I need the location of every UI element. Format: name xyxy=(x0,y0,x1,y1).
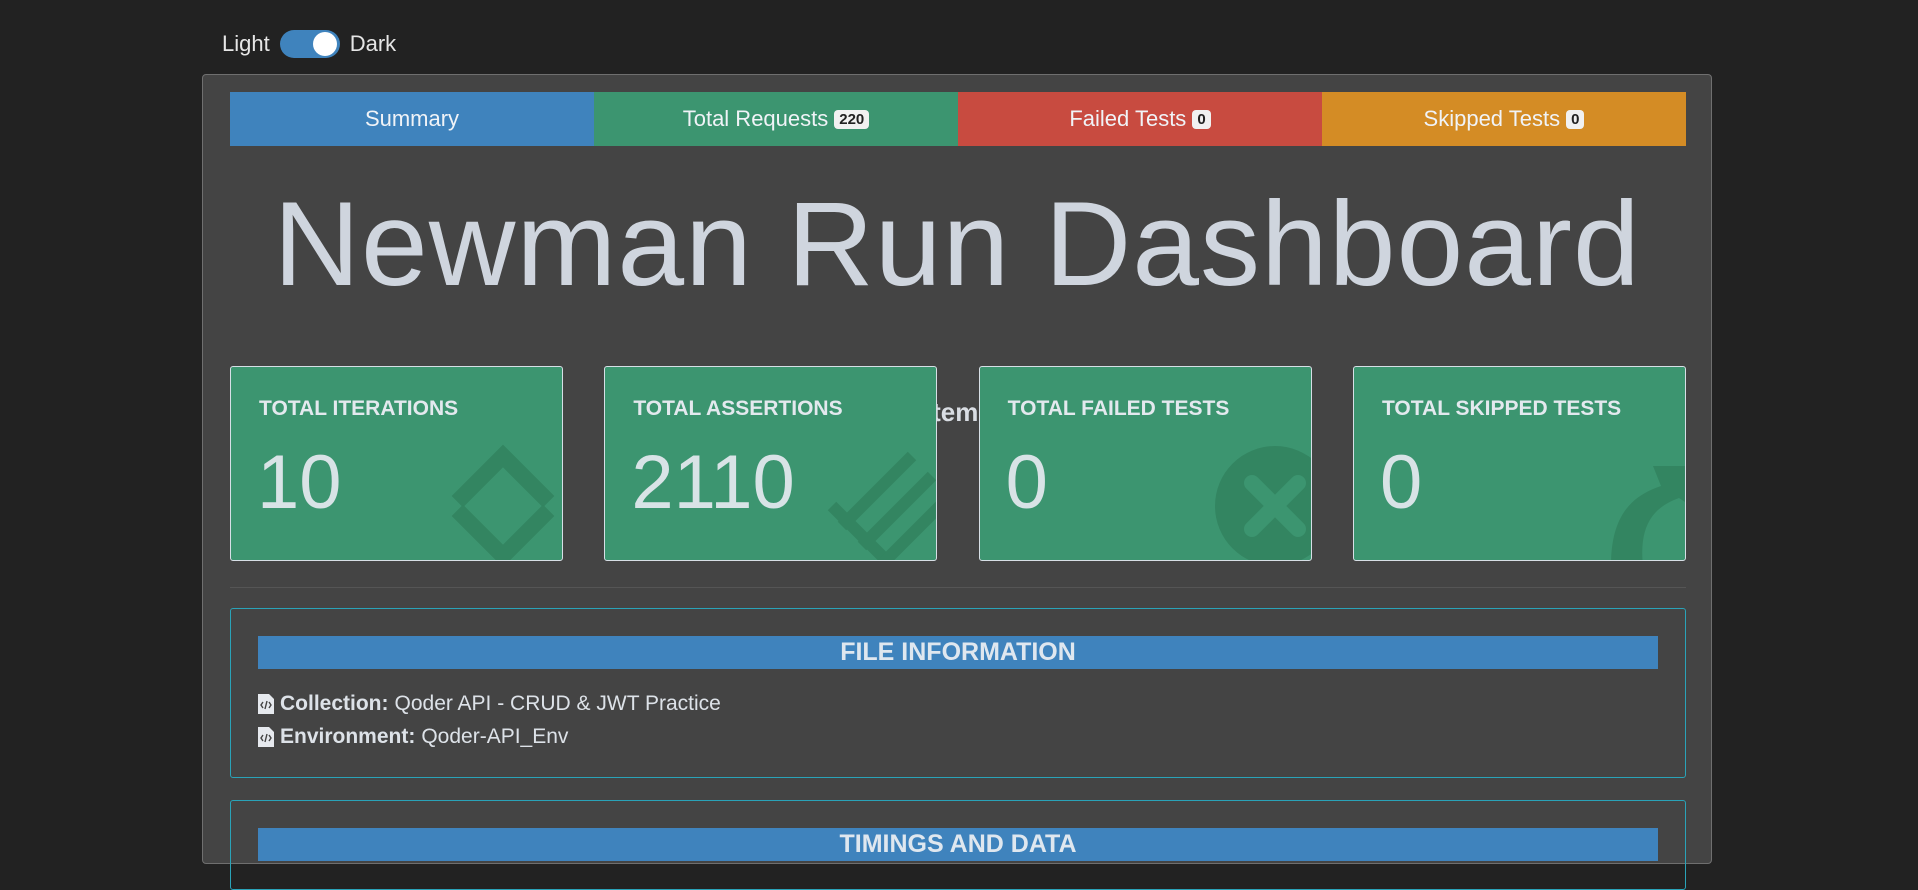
refresh-icon xyxy=(451,444,555,560)
card-label: TOTAL FAILED TESTS xyxy=(1007,397,1230,420)
card-total-failed-tests: TOTAL FAILED TESTS 0 xyxy=(978,366,1312,561)
environment-key: Environment: xyxy=(280,724,416,748)
dashboard-container: Summary Total Requests 220 Failed Tests … xyxy=(202,74,1712,890)
collection-value: Qoder API - CRUD & JWT Practice xyxy=(394,691,721,715)
file-information-list: Collection: Qoder API - CRUD & JWT Pract… xyxy=(258,687,1658,753)
collection-row: Collection: Qoder API - CRUD & JWT Pract… xyxy=(258,687,1658,720)
card-total-skipped-tests: TOTAL SKIPPED TESTS 0 xyxy=(1352,366,1686,561)
tab-skipped-tests[interactable]: Skipped Tests 0 xyxy=(1322,92,1686,146)
timings-heading: TIMINGS AND DATA xyxy=(258,828,1658,861)
skipped-tests-badge: 0 xyxy=(1566,109,1585,129)
tab-summary-label: Summary xyxy=(364,106,460,131)
card-value: 2110 xyxy=(631,440,795,525)
divider xyxy=(230,587,1686,588)
tab-bar: Summary Total Requests 220 Failed Tests … xyxy=(230,92,1686,146)
theme-toggle[interactable]: Light Dark xyxy=(222,30,396,58)
pencil-icon xyxy=(828,451,937,560)
environment-value: Qoder-API_Env xyxy=(421,724,569,748)
theme-switch[interactable] xyxy=(279,30,340,58)
file-information-heading: FILE INFORMATION xyxy=(258,636,1658,669)
card-value: 0 xyxy=(1005,440,1048,525)
card-value: 10 xyxy=(257,440,342,525)
card-total-iterations: TOTAL ITERATIONS 10 xyxy=(230,366,563,561)
tab-failed-tests-label: Failed Tests xyxy=(1069,106,1187,131)
tab-total-requests-label: Total Requests xyxy=(682,106,829,131)
tab-failed-tests[interactable]: Failed Tests 0 xyxy=(958,92,1322,146)
card-label: TOTAL ITERATIONS xyxy=(259,397,459,420)
share-arrow-icon xyxy=(1611,466,1685,560)
tab-summary[interactable]: Summary xyxy=(230,92,594,146)
page-title: Newman Run Dashboard xyxy=(273,177,1641,311)
file-code-icon xyxy=(258,693,274,714)
dark-label: Dark xyxy=(349,31,397,56)
total-requests-badge: 220 xyxy=(834,109,870,129)
tab-total-requests[interactable]: Total Requests 220 xyxy=(594,92,958,146)
summary-cards: TOTAL ITERATIONS 10 TOTAL ASSERTIONS 211… xyxy=(230,366,1686,561)
environment-row: Environment: Qoder-API_Env xyxy=(258,720,1658,753)
card-label: TOTAL ASSERTIONS xyxy=(633,397,843,420)
file-information-panel: FILE INFORMATION Collection: Qoder API -… xyxy=(230,608,1686,778)
file-code-icon xyxy=(258,726,274,747)
x-circle-icon xyxy=(1214,446,1311,560)
card-value: 0 xyxy=(1379,440,1423,525)
card-label: TOTAL SKIPPED TESTS xyxy=(1381,397,1622,420)
card-total-assertions: TOTAL ASSERTIONS 2110 xyxy=(604,366,938,561)
tab-skipped-tests-label: Skipped Tests xyxy=(1423,106,1561,131)
switch-knob xyxy=(312,32,337,56)
collection-key: Collection: xyxy=(280,691,389,715)
light-label: Light xyxy=(222,31,270,56)
timings-panel: TIMINGS AND DATA xyxy=(230,800,1686,890)
failed-tests-badge: 0 xyxy=(1192,109,1211,129)
